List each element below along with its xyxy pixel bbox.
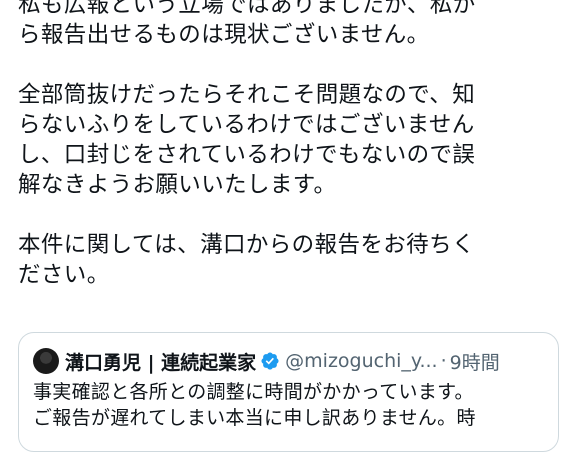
quoted-tweet-line: ご報告が遅れてしまい本当に申し訳ありません。時 xyxy=(33,407,476,429)
tweet-line: し、口封じをされているわけでもないので誤 xyxy=(18,142,476,168)
quoted-author-name[interactable]: 溝口勇児 | 連続起業家 xyxy=(65,348,256,375)
tweet-line: らないふりをしているわけではございません xyxy=(18,112,475,138)
quoted-tweet-header: 溝口勇児 | 連続起業家 @mizoguchi_y... · 9時間 xyxy=(33,347,500,375)
tweet-line: 全部筒抜けだったらそれこそ問題なので、知 xyxy=(18,82,476,108)
avatar[interactable] xyxy=(33,348,59,374)
tweet-line: 私も広報という立場ではありましたが、私か xyxy=(18,0,476,18)
verified-badge-icon xyxy=(261,352,279,370)
quoted-tweet-time[interactable]: 9時間 xyxy=(450,348,500,375)
tweet-line: ださい。 xyxy=(18,262,110,288)
tweet-text: 私も広報という立場ではありましたが、私か ら報告出せるものは現状ございません。 … xyxy=(18,0,563,290)
tweet-line: ら報告出せるものは現状ございません。 xyxy=(18,22,430,48)
tweet-line: 本件に関しては、溝口からの報告をお待ちく xyxy=(18,232,475,258)
quoted-tweet-card[interactable]: 溝口勇児 | 連続起業家 @mizoguchi_y... · 9時間 事実確認と… xyxy=(18,332,559,452)
separator-dot: · xyxy=(440,350,447,372)
quoted-author-handle[interactable]: @mizoguchi_y... xyxy=(285,350,437,372)
quoted-tweet-text: 事実確認と各所との調整に時間がかかっています。 ご報告が遅れてしまい本当に申し訳… xyxy=(33,379,553,431)
tweet-line: 解なきようお願いいたします。 xyxy=(18,172,337,198)
quoted-tweet-line: 事実確認と各所との調整に時間がかかっています。 xyxy=(33,381,474,403)
